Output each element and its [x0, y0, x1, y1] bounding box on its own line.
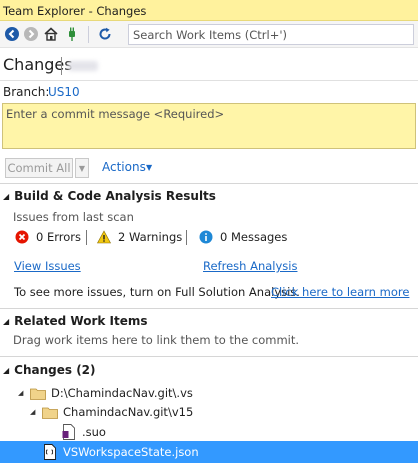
back-button[interactable]: [3, 25, 21, 43]
messages-label: 0 Messages: [220, 230, 288, 244]
file-icon: [61, 424, 77, 440]
tree-item-label: VSWorkspaceState.json: [63, 445, 199, 459]
title-bar: Team Explorer - Changes: [0, 0, 418, 21]
branch-link[interactable]: US10: [48, 85, 80, 99]
full-analysis-info-text: To see more issues, turn on Full Solutio…: [14, 285, 300, 299]
branch-label: Branch:: [3, 85, 50, 99]
info-icon: [199, 230, 213, 244]
refresh-analysis-link[interactable]: Refresh Analysis: [203, 259, 297, 273]
commit-message-input[interactable]: [3, 104, 415, 148]
changes-section-title: Changes (2): [14, 363, 96, 377]
tree-folder-v15[interactable]: ◢ ChamindacNav.git\v15: [30, 402, 193, 422]
page-title: Changes: [3, 55, 73, 74]
expanded-triangle-icon[interactable]: ◢: [30, 408, 42, 416]
commit-dropdown-button[interactable]: ▼: [75, 158, 89, 178]
home-icon: [44, 27, 58, 41]
forward-button[interactable]: [22, 25, 40, 43]
folder-icon: [30, 386, 46, 400]
actions-menu[interactable]: Actions: [102, 160, 146, 174]
json-file-icon: [42, 444, 58, 460]
tree-folder-vs[interactable]: ◢ D:\ChamindacNav.git\.vs: [18, 383, 193, 403]
tree-item-label: .suo: [82, 425, 106, 439]
section-divider: [0, 308, 418, 309]
refresh-icon: [99, 27, 111, 40]
expanded-triangle-icon[interactable]: ◢: [18, 389, 30, 397]
issues-subtitle: Issues from last scan: [13, 210, 134, 224]
learn-more-link[interactable]: Click here to learn more: [271, 285, 409, 299]
collapse-triangle-icon: ◢: [3, 192, 10, 201]
tree-item-label: ChamindacNav.git\v15: [63, 405, 194, 419]
title-separator: [61, 57, 62, 75]
collapse-triangle-icon: ◢: [3, 317, 10, 326]
search-input[interactable]: [129, 25, 413, 44]
section-divider: [0, 183, 418, 184]
search-box[interactable]: [128, 24, 414, 45]
window-title: Team Explorer - Changes: [3, 4, 147, 18]
related-work-items-hint: Drag work items here to link them to the…: [13, 333, 300, 347]
error-icon: [15, 230, 29, 244]
view-issues-link[interactable]: View Issues: [14, 259, 81, 273]
chevron-down-icon: ▼: [78, 163, 86, 173]
repository-name-redacted: [68, 61, 98, 71]
actions-chevron-down-icon[interactable]: ▼: [146, 163, 152, 172]
section-divider: [0, 356, 418, 357]
commit-message-box[interactable]: [2, 103, 416, 149]
related-work-items-title: Related Work Items: [14, 314, 148, 328]
counter-separator: [186, 230, 187, 245]
tree-file-workspace-state[interactable]: VSWorkspaceState.json: [42, 442, 199, 462]
warnings-label: 2 Warnings: [118, 230, 183, 244]
refresh-button[interactable]: [96, 25, 114, 43]
home-button[interactable]: [42, 25, 60, 43]
collapse-triangle-icon: ◢: [3, 366, 10, 375]
toolbar-separator: [88, 26, 89, 43]
title-divider: [0, 80, 418, 81]
tree-item-label: D:\ChamindacNav.git\.vs: [51, 386, 193, 400]
tree-file-suo[interactable]: .suo: [61, 422, 106, 442]
forward-arrow-icon: [24, 27, 38, 41]
toolbar: [0, 21, 418, 48]
build-analysis-section-header[interactable]: ◢ Build & Code Analysis Results: [3, 189, 216, 203]
counter-separator: [86, 230, 87, 245]
warnings-count: 2 Warnings: [97, 230, 182, 244]
plug-icon: [69, 27, 75, 41]
changes-section-header[interactable]: ◢ Changes (2): [3, 363, 96, 377]
connect-button[interactable]: [63, 25, 81, 43]
commit-all-button[interactable]: Commit All: [5, 158, 73, 178]
errors-count: 0 Errors: [15, 230, 81, 244]
folder-icon: [42, 405, 58, 419]
related-work-items-section-header[interactable]: ◢ Related Work Items: [3, 314, 148, 328]
errors-label: 0 Errors: [36, 230, 81, 244]
messages-count: 0 Messages: [199, 230, 287, 244]
build-analysis-section-title: Build & Code Analysis Results: [14, 189, 216, 203]
warning-icon: [97, 230, 111, 244]
back-arrow-icon: [5, 27, 19, 41]
